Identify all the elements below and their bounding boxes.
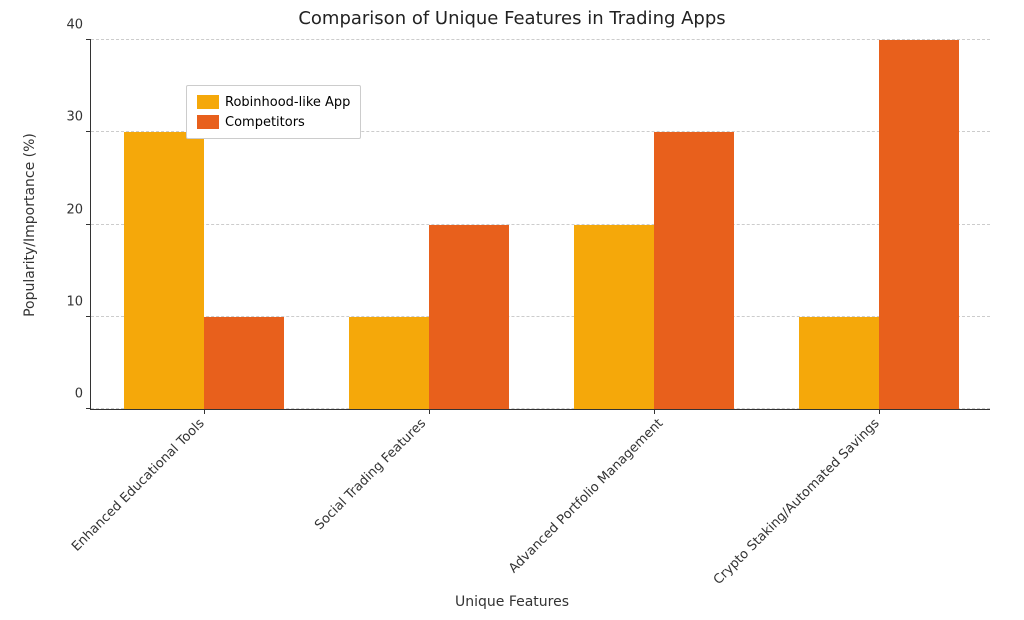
y-tick-label: 40 (66, 18, 91, 33)
chart-container: Comparison of Unique Features in Trading… (0, 0, 1024, 620)
x-tick-mark (204, 409, 205, 414)
legend-swatch-icon (197, 115, 219, 129)
y-tick-label: 20 (66, 202, 91, 217)
y-tick-mark (86, 408, 91, 409)
gridline (91, 39, 990, 40)
bar-series-b (879, 40, 959, 409)
legend: Robinhood-like App Competitors (186, 85, 361, 139)
bar-series-b (429, 225, 509, 410)
y-tick-mark (86, 316, 91, 317)
x-tick-label: Crypto Staking/Automated Savings (704, 409, 883, 588)
bar-series-a (799, 317, 879, 409)
x-tick-label: Advanced Portfolio Management (499, 409, 666, 576)
y-tick-mark (86, 131, 91, 132)
bar-series-a (574, 225, 654, 410)
legend-swatch-icon (197, 95, 219, 109)
bar-series-a (124, 132, 204, 409)
legend-label: Competitors (225, 115, 305, 130)
bar-series-a (349, 317, 429, 409)
x-tick-mark (429, 409, 430, 414)
legend-label: Robinhood-like App (225, 95, 350, 110)
x-tick-label: Enhanced Educational Tools (62, 409, 208, 555)
chart-title: Comparison of Unique Features in Trading… (0, 8, 1024, 29)
x-axis-label: Unique Features (0, 594, 1024, 610)
y-tick-label: 30 (66, 110, 91, 125)
y-tick-label: 10 (66, 294, 91, 309)
plot-area: 0 10 20 30 40 Enhanced Educational Tools… (90, 40, 990, 410)
y-tick-label: 0 (75, 387, 91, 402)
bar-series-b (654, 132, 734, 409)
y-tick-mark (86, 224, 91, 225)
x-tick-label: Social Trading Features (305, 409, 429, 533)
x-tick-mark (879, 409, 880, 414)
gridline (91, 224, 990, 225)
legend-item: Competitors (197, 112, 350, 132)
y-axis-label: Popularity/Importance (%) (22, 133, 38, 317)
bar-series-b (204, 317, 284, 409)
y-tick-mark (86, 39, 91, 40)
legend-item: Robinhood-like App (197, 92, 350, 112)
